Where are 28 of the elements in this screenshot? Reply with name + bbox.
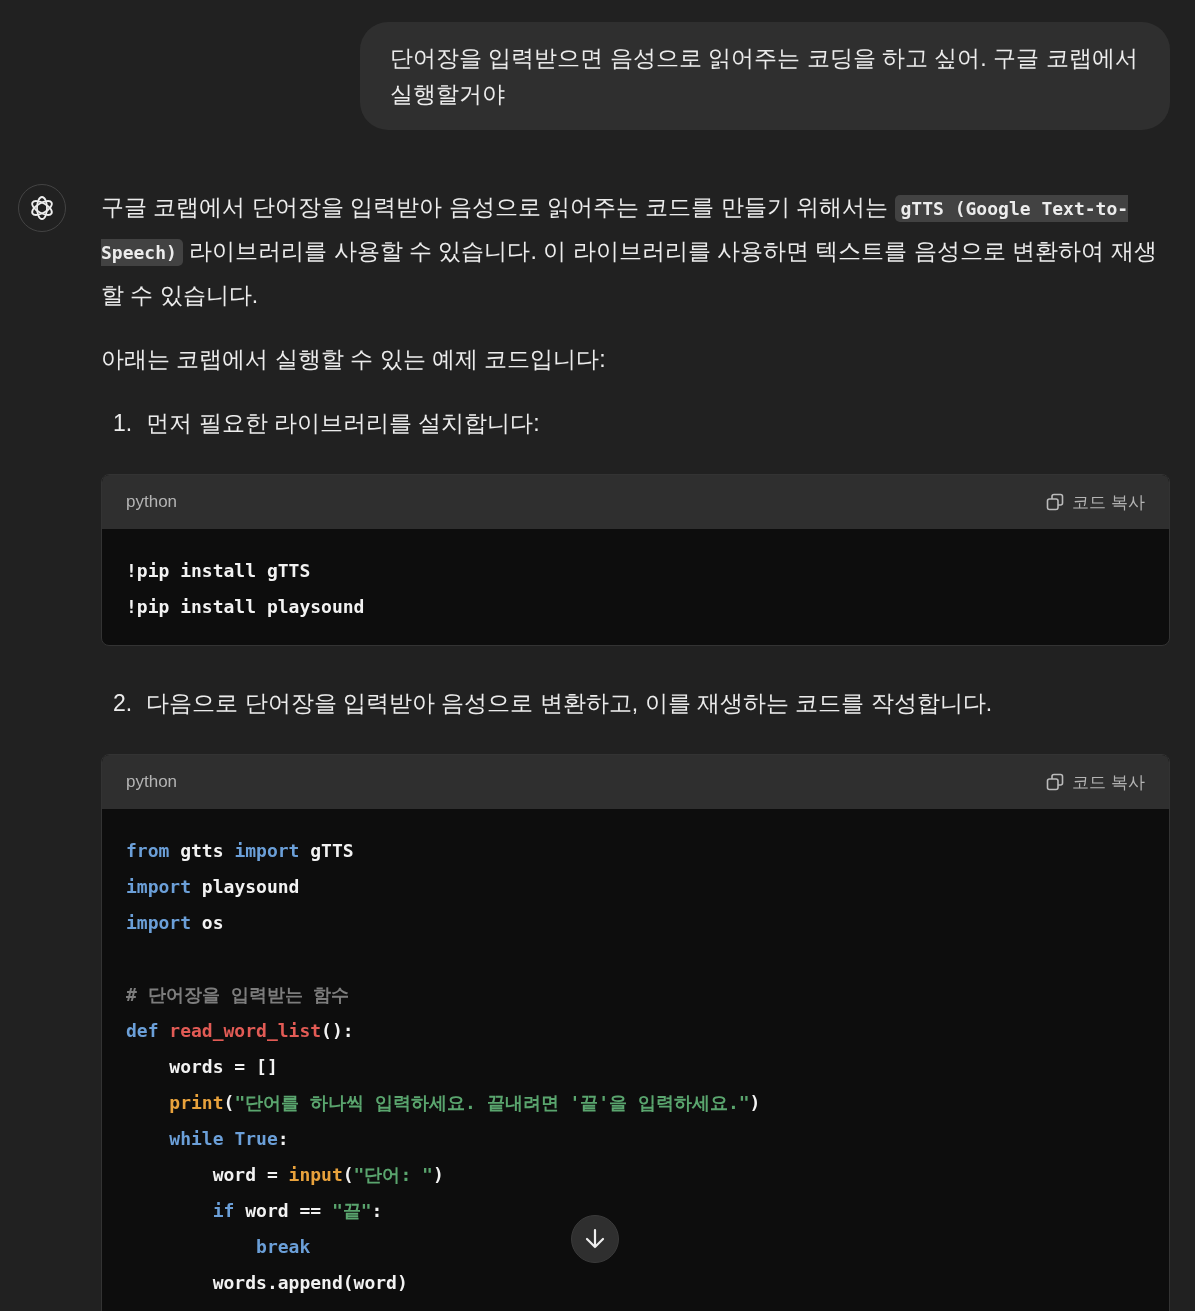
code-line: !pip install gTTS <box>126 559 311 583</box>
code-line: words = [] <box>168 1055 278 1079</box>
copy-icon <box>1046 493 1065 511</box>
code-line: from gtts import gTTS <box>126 839 354 863</box>
step-text: 다음으로 단어장을 입력받아 음성으로 변환하고, 이를 재생하는 코드를 작성합니다. <box>146 689 993 718</box>
assistant-logo-icon <box>18 184 66 232</box>
code-line: import playsound <box>126 875 300 899</box>
code-line: if word == "끝": <box>211 1199 383 1223</box>
code-line: import os <box>126 911 224 935</box>
copy-code-button[interactable]: 코드 복사 <box>1046 490 1145 514</box>
arrow-down-icon <box>585 1228 605 1250</box>
code-line: def read_word_list(): <box>126 1019 354 1043</box>
code-line: word = input("단어: ") <box>211 1163 444 1187</box>
code-line: !pip install playsound <box>126 595 365 619</box>
code-language: python <box>126 772 178 792</box>
code-line: while True: <box>168 1127 289 1151</box>
code-line: print("단어를 하나씩 입력하세요. 끝내려면 '끝'을 입력하세요.") <box>168 1091 761 1115</box>
code-line: words.append(word) <box>211 1271 408 1295</box>
code-language: python <box>126 492 178 512</box>
step-number: 1. <box>113 409 133 438</box>
code-line: break <box>255 1235 311 1259</box>
code-line: # 단어장을 입력받는 함수 <box>126 983 350 1007</box>
user-message: 단어장을 입력받으면 음성으로 읽어주는 코딩을 하고 싶어. 구글 코랩에서 실행할거야 <box>360 22 1170 130</box>
copy-icon <box>1046 773 1065 791</box>
step-number: 2. <box>113 689 133 718</box>
response-paragraph: 아래는 코랩에서 실행할 수 있는 예제 코드입니다: <box>101 345 607 374</box>
copy-code-button[interactable]: 코드 복사 <box>1046 770 1145 794</box>
step-text: 먼저 필요한 라이브러리를 설치합니다: <box>146 409 540 438</box>
